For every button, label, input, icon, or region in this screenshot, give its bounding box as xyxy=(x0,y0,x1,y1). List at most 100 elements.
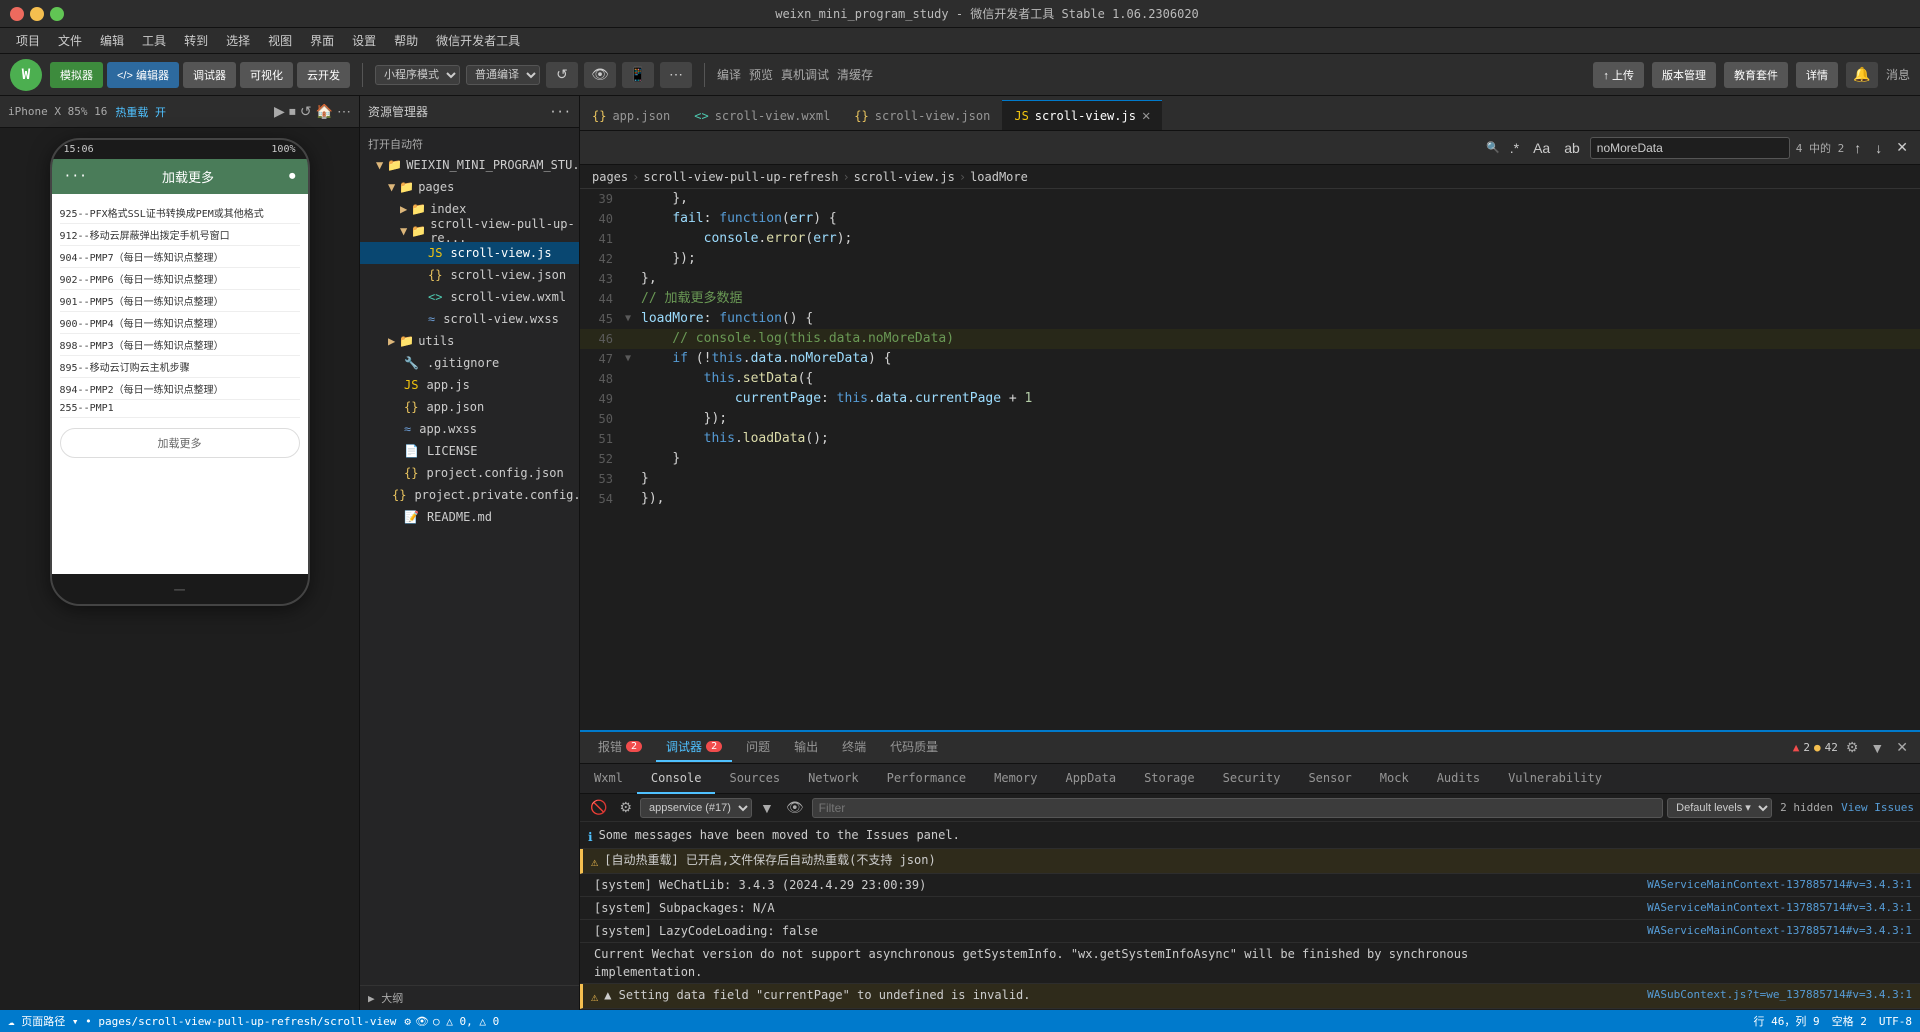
console-level-select[interactable]: Default levels ▾ xyxy=(1667,798,1772,818)
subtab-wxml[interactable]: Wxml xyxy=(580,764,637,794)
menu-project[interactable]: 项目 xyxy=(8,30,48,51)
maximize-button[interactable] xyxy=(50,7,64,21)
notification-button[interactable]: 🔔 xyxy=(1846,62,1878,88)
menu-goto[interactable]: 转到 xyxy=(176,30,216,51)
file-tree-item-scrollview-wxss[interactable]: ≈ scroll-view.wxss xyxy=(360,308,579,330)
clear-console-button[interactable]: 🚫 xyxy=(586,797,611,818)
phone-load-more-button[interactable]: 加载更多 xyxy=(60,428,300,458)
file-tree-item-projectconfig[interactable]: {} project.config.json xyxy=(360,462,579,484)
file-tree-item-projectprivate[interactable]: {} project.private.config.js... xyxy=(360,484,579,506)
menu-wechat[interactable]: 微信开发者工具 xyxy=(428,30,528,51)
subtab-sources[interactable]: Sources xyxy=(715,764,794,794)
cloud-button[interactable]: 云开发 xyxy=(297,62,350,88)
visualize-button[interactable]: 可视化 xyxy=(240,62,293,88)
upload-button[interactable]: ↑ 上传 xyxy=(1593,62,1644,88)
collapse-panel-button[interactable]: ▼ xyxy=(1866,738,1888,758)
file-tree-item-gitignore[interactable]: 🔧 .gitignore xyxy=(360,352,579,374)
find-close-button[interactable]: ✕ xyxy=(1892,137,1912,158)
subtab-mock[interactable]: Mock xyxy=(1366,764,1423,794)
debugger-button[interactable]: 调试器 xyxy=(183,62,236,88)
subtab-performance[interactable]: Performance xyxy=(873,764,980,794)
file-tree-item-scrollview-folder[interactable]: ▼ 📁 scroll-view-pull-up-re... xyxy=(360,220,579,242)
msg-source[interactable]: WAServiceMainContext-137885714#v=3.4.3:1 xyxy=(1647,876,1912,894)
menu-view[interactable]: 视图 xyxy=(260,30,300,51)
version-button[interactable]: 版本管理 xyxy=(1652,62,1716,88)
preview-button[interactable]: 👁 xyxy=(584,62,616,88)
refresh-button[interactable]: ↺ xyxy=(546,62,578,88)
devtools-tab-debugger[interactable]: 调试器 2 xyxy=(656,734,732,762)
console-settings-button[interactable]: ⚙ xyxy=(615,797,636,818)
file-tree-item-appwxss[interactable]: ≈ app.wxss xyxy=(360,418,579,440)
devtools-tab-issues[interactable]: 问题 xyxy=(736,734,780,762)
subtab-audits[interactable]: Audits xyxy=(1423,764,1494,794)
more-button[interactable]: ⋯ xyxy=(660,62,692,88)
file-tree-item-license[interactable]: 📄 LICENSE xyxy=(360,440,579,462)
detail-button[interactable]: 详情 xyxy=(1796,62,1838,88)
tab-scroll-view-js[interactable]: JS scroll-view.js ✕ xyxy=(1002,100,1162,130)
devtools-tab-output[interactable]: 输出 xyxy=(784,734,828,762)
console-filter-input[interactable] xyxy=(812,798,1664,818)
devtools-tab-quality[interactable]: 代码质量 xyxy=(880,734,948,762)
subtab-storage[interactable]: Storage xyxy=(1130,764,1209,794)
find-next-button[interactable]: ↓ xyxy=(1871,138,1886,158)
console-context-btn[interactable]: ▼ xyxy=(756,798,778,818)
subtab-sensor[interactable]: Sensor xyxy=(1294,764,1365,794)
msg-source[interactable]: WAServiceMainContext-137885714#v=3.4.3:1 xyxy=(1647,922,1912,940)
status-path[interactable]: ☁ 页面路径 ▾ • pages/scroll-view-pull-up-ref… xyxy=(8,1013,396,1029)
fold-icon[interactable]: ▼ xyxy=(625,349,637,369)
file-tree-item-appjson[interactable]: {} app.json xyxy=(360,396,579,418)
close-button[interactable] xyxy=(10,7,24,21)
phone-button[interactable]: 📱 xyxy=(622,62,654,88)
settings-icon[interactable]: ⚙ xyxy=(1842,737,1863,758)
menu-tools[interactable]: 工具 xyxy=(134,30,174,51)
find-input[interactable] xyxy=(1590,137,1790,159)
hotreload-label[interactable]: 热重载 开 xyxy=(115,104,166,120)
file-tree-item-pages[interactable]: ▼ 📁 pages xyxy=(360,176,579,198)
msg-source[interactable]: WAServiceMainContext-137885714#v=3.4.3:1 xyxy=(1647,899,1912,917)
sim-stop-button[interactable]: ⏹ xyxy=(289,103,296,120)
subtab-memory[interactable]: Memory xyxy=(980,764,1051,794)
file-panel-more[interactable]: ··· xyxy=(549,105,571,119)
mode-dropdown[interactable]: 小程序模式 xyxy=(375,65,460,85)
file-tree-item-scrollview-wxml[interactable]: <> scroll-view.wxml xyxy=(360,286,579,308)
breadcrumb-file[interactable]: scroll-view.js xyxy=(854,170,955,184)
edu-button[interactable]: 教育套件 xyxy=(1724,62,1788,88)
simulator-button[interactable]: 模拟器 xyxy=(50,62,103,88)
console-eye-btn[interactable]: 👁 xyxy=(782,797,808,818)
menu-interface[interactable]: 界面 xyxy=(302,30,342,51)
tab-scroll-view-json[interactable]: {} scroll-view.json xyxy=(842,100,1002,130)
view-issues-link[interactable]: View Issues xyxy=(1841,801,1914,814)
menu-help[interactable]: 帮助 xyxy=(386,30,426,51)
breadcrumb-folder[interactable]: scroll-view-pull-up-refresh xyxy=(643,170,838,184)
sim-more-button[interactable]: ⋯ xyxy=(337,103,351,120)
compile-dropdown[interactable]: 普通编译 xyxy=(466,65,540,85)
subtab-vulnerability[interactable]: Vulnerability xyxy=(1494,764,1616,794)
fold-icon[interactable]: ▼ xyxy=(625,309,637,329)
console-output[interactable]: ℹ Some messages have been moved to the I… xyxy=(580,822,1920,1010)
code-editor[interactable]: 39 }, 40 fail: function(err) { 41 consol… xyxy=(580,189,1920,730)
find-prev-button[interactable]: ↑ xyxy=(1850,138,1865,158)
devtools-tab-errors[interactable]: 报错 2 xyxy=(588,734,652,762)
preview-icon[interactable]: 👁 xyxy=(415,1015,429,1028)
close-panel-button[interactable]: ✕ xyxy=(1892,737,1912,758)
tab-app-json[interactable]: {} app.json xyxy=(580,100,682,130)
phone-content[interactable]: 925--PFX格式SSL证书转换成PEM或其他格式 912--移动云屏蔽弹出拨… xyxy=(52,194,308,574)
file-tree-item-scrollview-json[interactable]: {} scroll-view.json xyxy=(360,264,579,286)
breadcrumb-pages[interactable]: pages xyxy=(592,170,628,184)
find-case-button[interactable]: Aa xyxy=(1529,138,1554,158)
menu-file[interactable]: 文件 xyxy=(50,30,90,51)
subtab-appdata[interactable]: AppData xyxy=(1051,764,1130,794)
file-tree-item-readme[interactable]: 📝 README.md xyxy=(360,506,579,528)
subtab-network[interactable]: Network xyxy=(794,764,873,794)
close-tab-icon[interactable]: ✕ xyxy=(1142,108,1150,124)
menu-settings[interactable]: 设置 xyxy=(344,30,384,51)
devtools-tab-terminal[interactable]: 终端 xyxy=(832,734,876,762)
file-tree-item-appjs[interactable]: JS app.js xyxy=(360,374,579,396)
menu-edit[interactable]: 编辑 xyxy=(92,30,132,51)
console-context-select[interactable]: appservice (#17) xyxy=(640,798,752,818)
subtab-console[interactable]: Console xyxy=(637,764,716,794)
msg-source[interactable]: WASubContext.js?t=we_137885714#v=3.4.3:1 xyxy=(1647,986,1912,1004)
subtab-security[interactable]: Security xyxy=(1209,764,1295,794)
find-word-button[interactable]: ab xyxy=(1560,138,1584,158)
menu-select[interactable]: 选择 xyxy=(218,30,258,51)
